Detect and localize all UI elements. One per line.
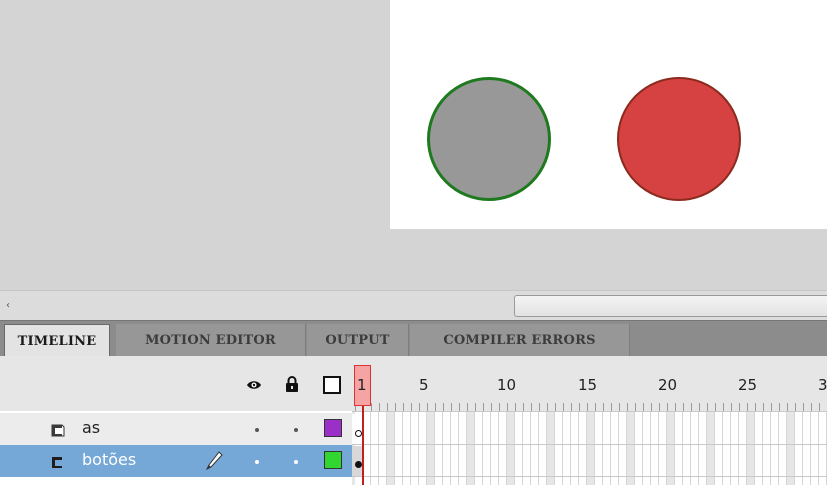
tab-timeline[interactable]: TIMELINE <box>4 324 110 357</box>
layer-lock-toggle[interactable] <box>294 428 298 432</box>
keyframe-icon[interactable] <box>355 461 362 468</box>
layer-lock-toggle[interactable] <box>294 460 298 464</box>
outline-icon[interactable] <box>323 376 341 394</box>
frames-grid[interactable] <box>352 411 827 485</box>
red-circle[interactable] <box>617 77 741 201</box>
pencil-icon <box>205 451 223 471</box>
pasteboard <box>0 0 827 290</box>
layer-row-as[interactable]: as <box>0 413 352 445</box>
layer-row-botoes[interactable]: botões <box>0 445 352 477</box>
frame-number-20: 20 <box>658 376 678 394</box>
playhead-line <box>362 406 364 485</box>
frame-number-25: 25 <box>738 376 758 394</box>
layer-header <box>0 356 352 411</box>
layer-icon <box>52 457 62 468</box>
frame-number-30: 3 <box>818 376 827 394</box>
tab-output[interactable]: OUTPUT <box>307 324 409 357</box>
frame-number-15: 15 <box>578 376 598 394</box>
layer-outline-color[interactable] <box>324 419 342 437</box>
layer-visibility-toggle[interactable] <box>255 428 259 432</box>
frame-number-10: 10 <box>497 376 517 394</box>
frame-number-5: 5 <box>419 376 429 394</box>
lock-icon[interactable] <box>285 376 299 392</box>
layer-name-as[interactable]: as <box>82 418 100 437</box>
gray-circle[interactable] <box>427 77 551 201</box>
frame-row-divider <box>352 444 827 445</box>
scrollbar-thumb[interactable] <box>514 295 827 317</box>
layer-visibility-toggle[interactable] <box>255 460 259 464</box>
frame-row-divider <box>352 476 827 477</box>
tab-compiler-errors[interactable]: COMPILER ERRORS <box>410 324 630 357</box>
empty-keyframe-icon[interactable] <box>355 430 362 437</box>
layer-outline-color[interactable] <box>324 451 342 469</box>
frame-number-1: 1 <box>357 376 367 394</box>
stage[interactable] <box>390 0 827 229</box>
panel-tab-bar: TIMELINE MOTION EDITOR OUTPUT COMPILER E… <box>0 320 827 357</box>
layer-icon <box>51 424 65 437</box>
layer-name-botoes[interactable]: botões <box>82 450 136 469</box>
horizontal-scrollbar[interactable]: ‹ <box>0 290 827 320</box>
tab-motion-editor[interactable]: MOTION EDITOR <box>116 324 306 357</box>
scroll-left-arrow-icon[interactable]: ‹ <box>6 299 16 313</box>
eye-icon[interactable] <box>246 378 262 392</box>
frame-ruler <box>355 403 827 411</box>
